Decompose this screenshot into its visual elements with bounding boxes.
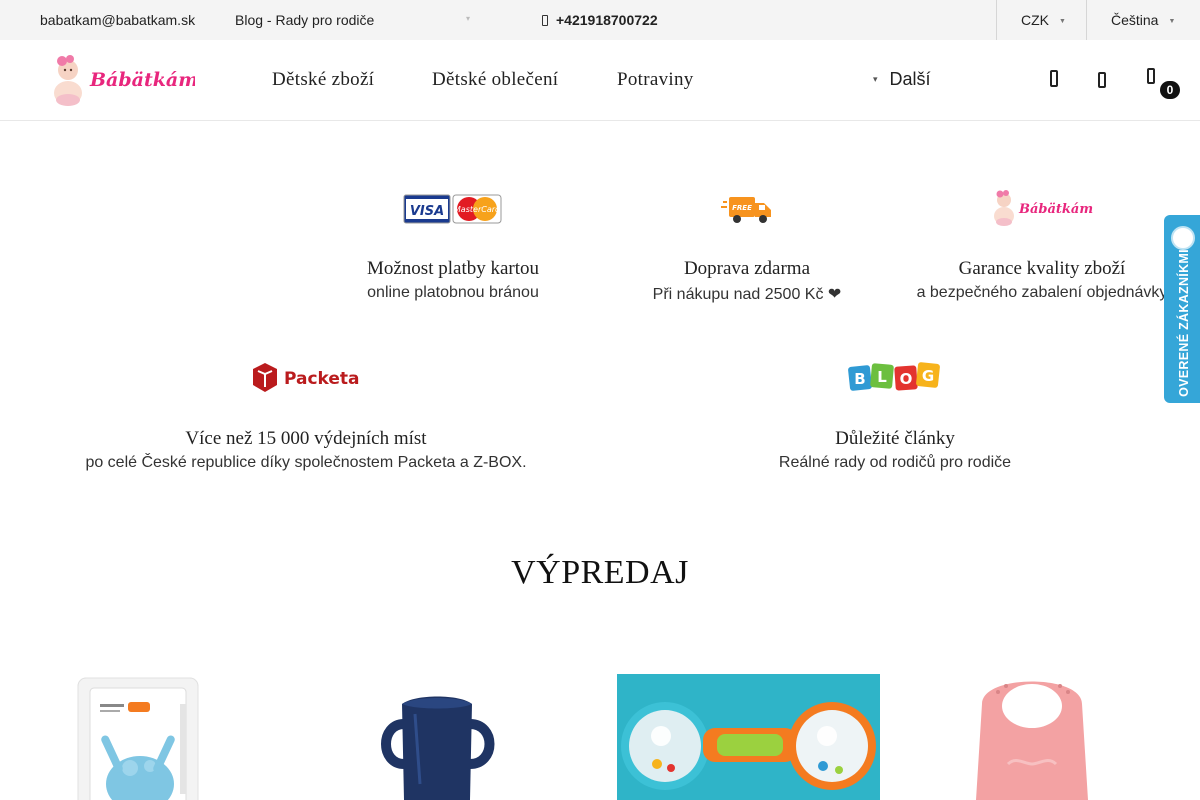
nav-item-food[interactable]: Potraviny — [617, 69, 694, 91]
feature-pickup-points: Packeta Více než 15 000 výdejních míst p… — [60, 355, 552, 480]
product-card[interactable] — [30, 664, 293, 800]
feature-title: Garance kvality zboží — [958, 258, 1126, 279]
feature-subtitle: Při nákupu nad 2500 Kč ❤ — [652, 286, 842, 303]
seal-icon — [1171, 226, 1195, 250]
feature-free-delivery: FREE Doprava zdarma Při nákupu nad 2500 … — [600, 185, 894, 310]
feature-subtitle: po celé České republice díky společnoste… — [85, 454, 527, 471]
product-card[interactable] — [912, 664, 1175, 800]
visa-text: VISA — [410, 204, 444, 219]
feature-title: Více než 15 000 výdejních míst — [185, 428, 427, 449]
search-icon[interactable] — [1043, 68, 1065, 90]
chevron-down-icon: ▾ — [873, 74, 878, 84]
packeta-text: Packeta — [284, 369, 360, 389]
verified-badge-label: OVERENÉ ZÁKAZNÍKMI — [1177, 249, 1191, 397]
blue-training-cup-image — [381, 696, 495, 800]
feature-title: Důležité články — [835, 428, 955, 449]
user-icon[interactable] — [1091, 68, 1113, 90]
phone-link[interactable]: +421918700722 — [542, 12, 658, 28]
top-bar: babatkam@babatkam.sk Blog - Rady pro rod… — [0, 0, 1200, 40]
more-menu[interactable]: ▾ Další — [873, 69, 931, 90]
blog-logo-icon: B L O G — [848, 362, 940, 391]
blog-letter: O — [900, 370, 913, 388]
chevron-down-icon: ▼ — [1059, 18, 1066, 25]
currency-label: CZK — [1021, 12, 1049, 28]
language-label: Čeština — [1111, 12, 1159, 28]
blog-letter: B — [854, 370, 865, 388]
main-header: Bábätkám Dětské zboží Dětské oblečení Po… — [0, 40, 1200, 121]
feature-subtitle: Reálné rady od rodičů pro rodiče — [778, 454, 1012, 471]
nav-item-childrens-goods[interactable]: Dětské zboží — [272, 69, 374, 91]
chevron-down-icon: ▼ — [1168, 18, 1176, 25]
blog-link[interactable]: Blog - Rady pro rodiče — [235, 12, 374, 28]
pink-silicone-bib-image — [976, 681, 1088, 800]
packeta-logo-icon: Packeta — [253, 363, 360, 392]
language-select[interactable]: Čeština ▼ — [1111, 12, 1175, 28]
nav-item-childrens-clothing[interactable]: Dětské oblečení — [432, 69, 558, 91]
feature-subtitle: a bezpečného zabalení objednávky — [916, 284, 1168, 301]
phone-number: +421918700722 — [556, 12, 658, 28]
cart-icon[interactable] — [1141, 66, 1163, 88]
card-payment-icon: VISA MasterCard — [403, 194, 502, 224]
chevron-down-icon: ▾ — [466, 14, 471, 23]
divider — [996, 0, 997, 40]
phone-icon — [542, 15, 548, 26]
email-link[interactable]: babatkam@babatkam.sk — [40, 12, 195, 28]
feature-blog: B L O G Důležité články Reálné rady od r… — [748, 355, 1042, 480]
currency-select[interactable]: CZK ▼ — [1021, 12, 1066, 28]
feature-title: Možnost platby kartou — [366, 258, 540, 279]
cart-count-badge: 0 — [1160, 81, 1180, 99]
product-card[interactable] — [320, 664, 583, 800]
more-label: Další — [889, 69, 931, 89]
blog-letter: G — [922, 367, 934, 385]
feature-title: Doprava zdarma — [683, 258, 811, 279]
mastercard-text: MasterCard — [454, 205, 501, 214]
rattle-toy-image — [617, 674, 880, 800]
product-card[interactable] — [617, 664, 880, 800]
feature-card-payment: VISA MasterCard Možnost platby kartou on… — [300, 185, 606, 310]
section-title-sale: VÝPREDAJ — [511, 554, 689, 591]
divider — [1086, 0, 1087, 40]
logo-text: Bábätkám — [89, 69, 195, 91]
free-delivery-truck-icon: FREE — [721, 197, 771, 223]
site-logo[interactable]: Bábätkám — [50, 50, 195, 110]
free-text: FREE — [732, 204, 752, 212]
babatkam-logo-icon: Bábätkám — [994, 190, 1093, 226]
feature-subtitle: online platobnou bránou — [367, 284, 539, 301]
silicone-teether-octopus-image — [77, 677, 199, 800]
blog-letter: L — [877, 368, 887, 386]
feature-quality-guarantee: Bábätkám Garance kvality zboží a bezpečn… — [895, 185, 1189, 310]
logo-text: Bábätkám — [1018, 202, 1093, 217]
verified-customers-badge[interactable]: OVERENÉ ZÁKAZNÍKMI — [1164, 215, 1200, 403]
